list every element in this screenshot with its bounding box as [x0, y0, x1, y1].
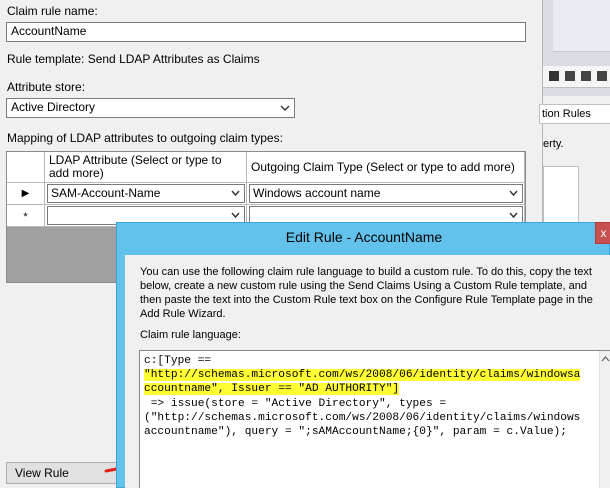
grid-header-claim[interactable]: Outgoing Claim Type (Select or type to a…: [247, 152, 525, 183]
ldap-attribute-value: SAM-Account-Name: [51, 186, 161, 200]
code-line: accountname"), query = ";sAMAccountName;…: [144, 426, 567, 439]
code-line-highlighted: "http://schemas.microsoft.com/ws/2008/06…: [144, 369, 581, 382]
claim-rule-language-textbox[interactable]: c:[Type == "http://schemas.microsoft.com…: [139, 350, 610, 488]
grid-header-ldap[interactable]: LDAP Attribute (Select or type to add mo…: [45, 152, 247, 183]
attribute-store-select[interactable]: Active Directory: [6, 98, 295, 118]
scroll-up-icon[interactable]: [600, 353, 610, 365]
attribute-store-value: Active Directory: [11, 100, 96, 114]
code-line: => issue(store = "Active Directory", typ…: [144, 397, 447, 410]
code-line: c:[Type ==: [144, 355, 212, 367]
view-rule-language-button[interactable]: View Rule Language: [6, 462, 118, 488]
code-line: ("http://schemas.microsoft.com/ws/2008/0…: [144, 411, 581, 424]
outgoing-claim-value: Windows account name: [253, 186, 381, 200]
chevron-down-icon: [280, 105, 290, 111]
toolbar-button-icon[interactable]: [549, 71, 559, 81]
row-marker[interactable]: ▶: [7, 183, 45, 205]
code-scrollbar[interactable]: [599, 351, 610, 488]
toolbar-button-icon[interactable]: [565, 71, 575, 81]
attribute-store-label: Attribute store:: [7, 80, 86, 94]
background-window-header: [553, 0, 610, 52]
edit-rule-dialog: Edit Rule - AccountName x You can use th…: [116, 222, 610, 488]
claim-rule-name-label: Claim rule name:: [7, 4, 98, 18]
dialog-title: Edit Rule - AccountName: [285, 229, 443, 245]
rule-template-text: Rule template: Send LDAP Attributes as C…: [7, 52, 260, 66]
chevron-down-icon: [509, 212, 518, 219]
background-text: erty.: [543, 138, 564, 150]
toolbar-button-icon[interactable]: [597, 71, 607, 81]
grid-corner: [7, 152, 45, 183]
claim-rule-language-label: Claim rule language:: [140, 329, 241, 341]
dialog-intro-text: You can use the following claim rule lan…: [140, 266, 593, 320]
claim-rule-name-input[interactable]: AccountName: [6, 22, 526, 42]
background-toolbar: [543, 66, 610, 88]
chevron-down-icon: [231, 190, 240, 197]
chevron-down-icon: [509, 190, 518, 197]
row-marker[interactable]: *: [7, 205, 45, 227]
outgoing-claim-select[interactable]: Windows account name: [249, 184, 523, 203]
background-tab[interactable]: tion Rules: [539, 104, 610, 124]
chevron-down-icon: [231, 212, 240, 219]
dialog-close-button[interactable]: x: [595, 222, 610, 244]
dialog-body: You can use the following claim rule lan…: [125, 255, 610, 488]
code-line-highlighted: ccountname", Issuer == "AD AUTHORITY"]: [144, 383, 400, 396]
ldap-attribute-select[interactable]: SAM-Account-Name: [47, 184, 245, 203]
mapping-label: Mapping of LDAP attributes to outgoing c…: [7, 131, 283, 145]
toolbar-button-icon[interactable]: [581, 71, 591, 81]
